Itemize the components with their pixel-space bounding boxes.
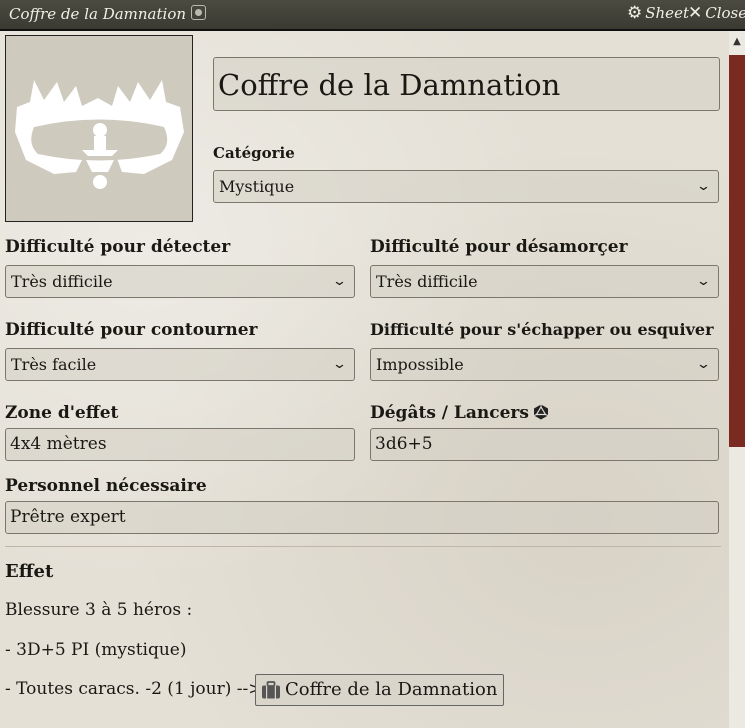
sheet-button-label: Sheet (645, 4, 689, 22)
effect-line-2: - 3D+5 PI (mystique) (5, 640, 187, 660)
personnel-input[interactable]: Prêtre expert (5, 501, 719, 534)
detect-select[interactable]: Très difficile ⌄ (5, 265, 355, 298)
personnel-label: Personnel nécessaire (5, 476, 207, 496)
sheet-button[interactable]: ⚙ Sheet (627, 4, 689, 22)
chevron-down-icon: ⌄ (695, 274, 712, 289)
item-portrait[interactable] (5, 35, 193, 222)
dice-icon[interactable] (533, 404, 549, 420)
bypass-label: Difficulté pour contourner (5, 320, 258, 340)
close-icon: ✕ (688, 2, 703, 23)
damage-label: Dégâts / Lancers (370, 403, 549, 423)
chevron-down-icon: ⌄ (695, 357, 712, 372)
escape-select[interactable]: Impossible ⌄ (370, 348, 719, 381)
journal-icon[interactable] (191, 5, 207, 20)
scrollbar-thumb[interactable] (729, 55, 745, 447)
window-title-text: Coffre de la Damnation (9, 5, 187, 23)
disarm-select[interactable]: Très difficile ⌄ (370, 265, 719, 298)
close-button-label: Close (705, 4, 745, 22)
escape-value: Impossible (376, 355, 464, 374)
bear-trap-icon (15, 80, 184, 189)
linked-item-label: Coffre de la Damnation (285, 679, 498, 700)
chevron-down-icon: ⌄ (331, 357, 348, 372)
briefcase-icon (262, 681, 280, 699)
linked-item-button[interactable]: Coffre de la Damnation (255, 674, 505, 706)
effect-line-1: Blessure 3 à 5 héros : (5, 600, 193, 620)
chevron-down-icon: ⌄ (695, 179, 712, 194)
window-title: Coffre de la Damnation (9, 5, 207, 23)
category-select[interactable]: Mystique ⌄ (213, 170, 719, 203)
item-name-input[interactable]: Coffre de la Damnation (213, 57, 720, 111)
section-divider (5, 546, 721, 547)
disarm-value: Très difficile (376, 272, 478, 291)
detect-label: Difficulté pour détecter (5, 237, 231, 257)
category-value: Mystique (219, 177, 295, 196)
bypass-select[interactable]: Très facile ⌄ (5, 348, 355, 381)
area-label: Zone d'effet (5, 403, 119, 423)
gear-icon: ⚙ (627, 2, 643, 23)
effect-heading: Effet (5, 561, 54, 582)
detect-value: Très difficile (11, 272, 113, 291)
bypass-value: Très facile (11, 355, 97, 374)
disarm-label: Difficulté pour désamorçer (370, 237, 628, 257)
damage-label-text: Dégâts / Lancers (370, 403, 529, 423)
close-button[interactable]: ✕ Close (688, 4, 745, 22)
damage-input[interactable]: 3d6+5 (370, 428, 719, 461)
effect-line-3: - Toutes caracs. -2 (1 jour) --> (5, 679, 263, 699)
window-titlebar[interactable]: Coffre de la Damnation ⚙ Sheet ✕ Close (0, 0, 745, 31)
category-label: Catégorie (213, 144, 295, 162)
chevron-down-icon: ⌄ (331, 274, 348, 289)
area-input[interactable]: 4x4 mètres (5, 428, 355, 461)
escape-label: Difficulté pour s'échapper ou esquiver (370, 320, 714, 339)
scroll-up-arrow[interactable]: ▲ (731, 36, 743, 48)
